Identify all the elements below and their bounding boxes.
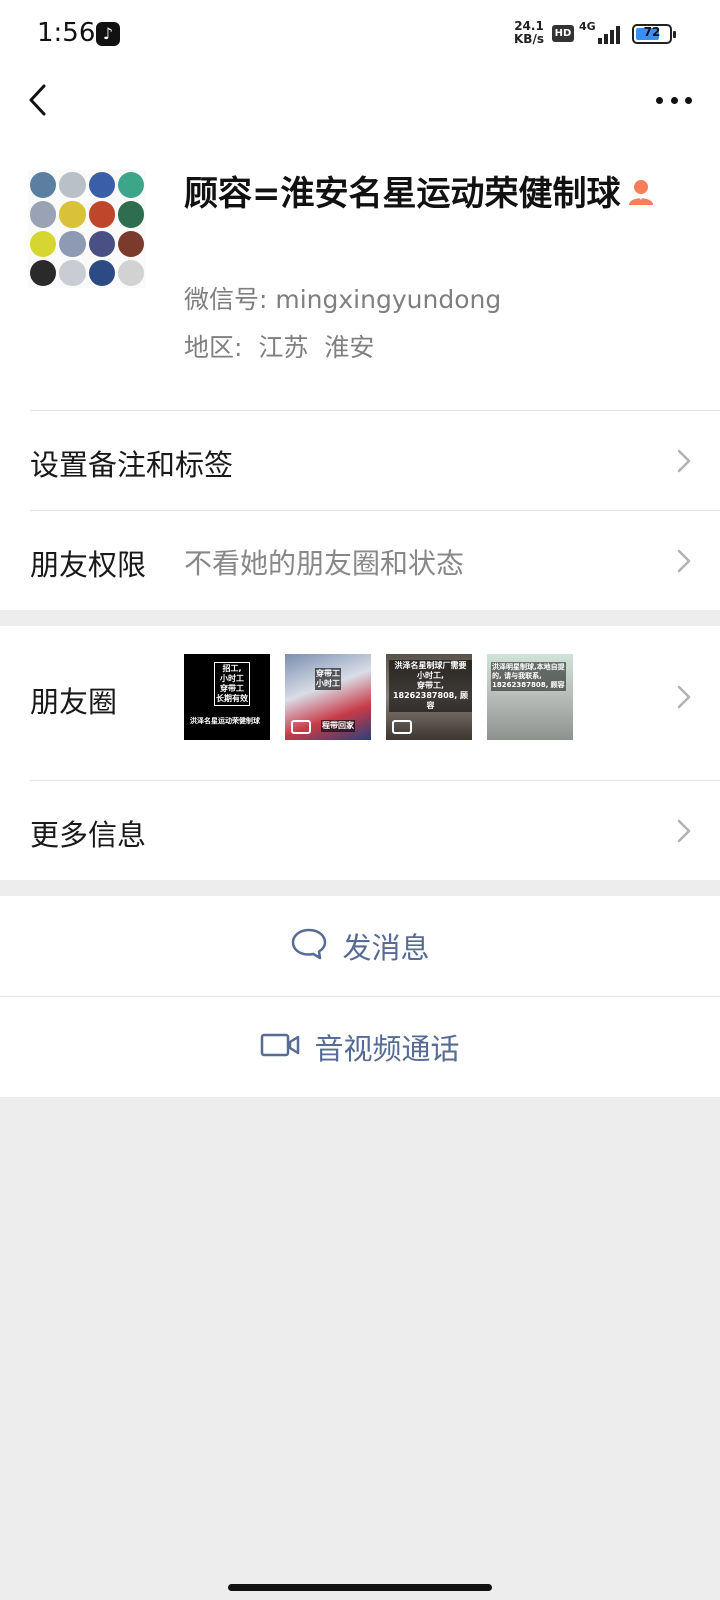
thumb-text: 穿带工 xyxy=(220,684,244,693)
network-speed: 24.1 KB/s xyxy=(514,20,544,46)
status-bar: 1:56 ♪ 24.1 KB/s HD 4G 72 xyxy=(0,0,720,70)
video-icon xyxy=(291,720,311,734)
settings-card: 设置备注和标签 朋友权限 不看她的朋友圈和状态 xyxy=(0,410,720,610)
thumb-text: 洪泽名星制球厂需要 xyxy=(394,661,467,670)
battery-icon: 72 xyxy=(632,24,676,44)
region: 地区: 江苏 淮安 xyxy=(184,333,375,362)
thumb-text: 长期有效 xyxy=(216,694,248,703)
wechat-id: 微信号: mingxingyundong xyxy=(184,285,502,314)
avatar[interactable] xyxy=(28,170,146,288)
thumb-text: 小时工, xyxy=(416,671,445,680)
thumb-text: 洪泽明星制球,本地自提 xyxy=(492,663,565,671)
video-camera-icon xyxy=(260,1031,300,1063)
thumb-text: 程带回家 xyxy=(321,720,355,732)
thumb-text: 穿带工 xyxy=(316,669,340,678)
thumb-text: 18262387808, 顾容 xyxy=(492,681,565,689)
profile-name: 顾容=淮安名星运动荣健制球 xyxy=(184,174,621,214)
thumb-text: 洪泽名星运动荣健制球 xyxy=(190,717,260,725)
thumb-text: 18262387808, 顾容 xyxy=(392,691,469,710)
send-message-button[interactable]: 发消息 xyxy=(0,896,720,996)
video-call-label: 音视频通话 xyxy=(314,1032,460,1066)
network-speed-unit: KB/s xyxy=(514,32,544,46)
thumb-text: 小时工 xyxy=(220,674,244,683)
more-dots-icon[interactable] xyxy=(656,94,692,106)
thumb-text: 小时工 xyxy=(316,679,340,688)
thumb-text: 穿带工, xyxy=(416,681,445,690)
friend-permission-value: 不看她的朋友圈和状态 xyxy=(184,547,465,580)
moments-label: 朋友圈 xyxy=(30,685,118,719)
friend-permission-label: 朋友权限 xyxy=(30,548,147,582)
chevron-right-icon xyxy=(676,548,692,574)
video-call-button[interactable]: 音视频通话 xyxy=(0,997,720,1097)
nav-bar xyxy=(0,70,720,130)
chevron-left-icon[interactable] xyxy=(26,82,54,118)
tiktok-icon: ♪ xyxy=(96,22,120,46)
thumb-text: 的, 请与我联系, xyxy=(492,672,542,680)
moments-row[interactable]: 朋友圈 招工, 小时工 穿带工 长期有效 洪泽名星运动荣健制球 穿带工 小时工 … xyxy=(0,626,720,780)
more-info-row[interactable]: 更多信息 xyxy=(0,780,720,880)
thumb-text: 招工, xyxy=(222,664,242,673)
moments-thumbnail: 招工, 小时工 穿带工 长期有效 洪泽名星运动荣健制球 xyxy=(184,654,270,740)
hd-badge: HD xyxy=(552,25,574,42)
home-indicator[interactable] xyxy=(228,1584,492,1591)
moments-thumbnail: 洪泽明星制球,本地自提 的, 请与我联系, 18262387808, 顾容 xyxy=(487,654,573,740)
moments-thumbnail: 洪泽名星制球厂需要 小时工, 穿带工, 18262387808, 顾容 xyxy=(386,654,472,740)
battery-level: 72 xyxy=(643,25,661,39)
video-icon xyxy=(392,720,412,734)
chat-bubble-icon xyxy=(290,927,328,965)
friend-permission-row[interactable]: 朋友权限 不看她的朋友圈和状态 xyxy=(0,510,720,610)
person-icon xyxy=(627,178,655,206)
remark-tags-row[interactable]: 设置备注和标签 xyxy=(0,410,720,510)
network-type: 4G xyxy=(579,20,596,33)
send-message-label: 发消息 xyxy=(342,931,430,965)
chevron-right-icon xyxy=(676,818,692,844)
profile-header: 顾容=淮安名星运动荣健制球 微信号: mingxingyundong 地区: 江… xyxy=(0,130,720,410)
remark-tags-label: 设置备注和标签 xyxy=(30,448,234,482)
moments-card: 朋友圈 招工, 小时工 穿带工 长期有效 洪泽名星运动荣健制球 穿带工 小时工 … xyxy=(0,626,720,880)
chevron-right-icon xyxy=(676,684,692,710)
signal-icon xyxy=(596,24,622,44)
more-info-label: 更多信息 xyxy=(30,818,147,852)
moments-thumbnail: 穿带工 小时工 程带回家 xyxy=(285,654,371,740)
status-time: 1:56 xyxy=(37,18,96,48)
chevron-right-icon xyxy=(676,448,692,474)
